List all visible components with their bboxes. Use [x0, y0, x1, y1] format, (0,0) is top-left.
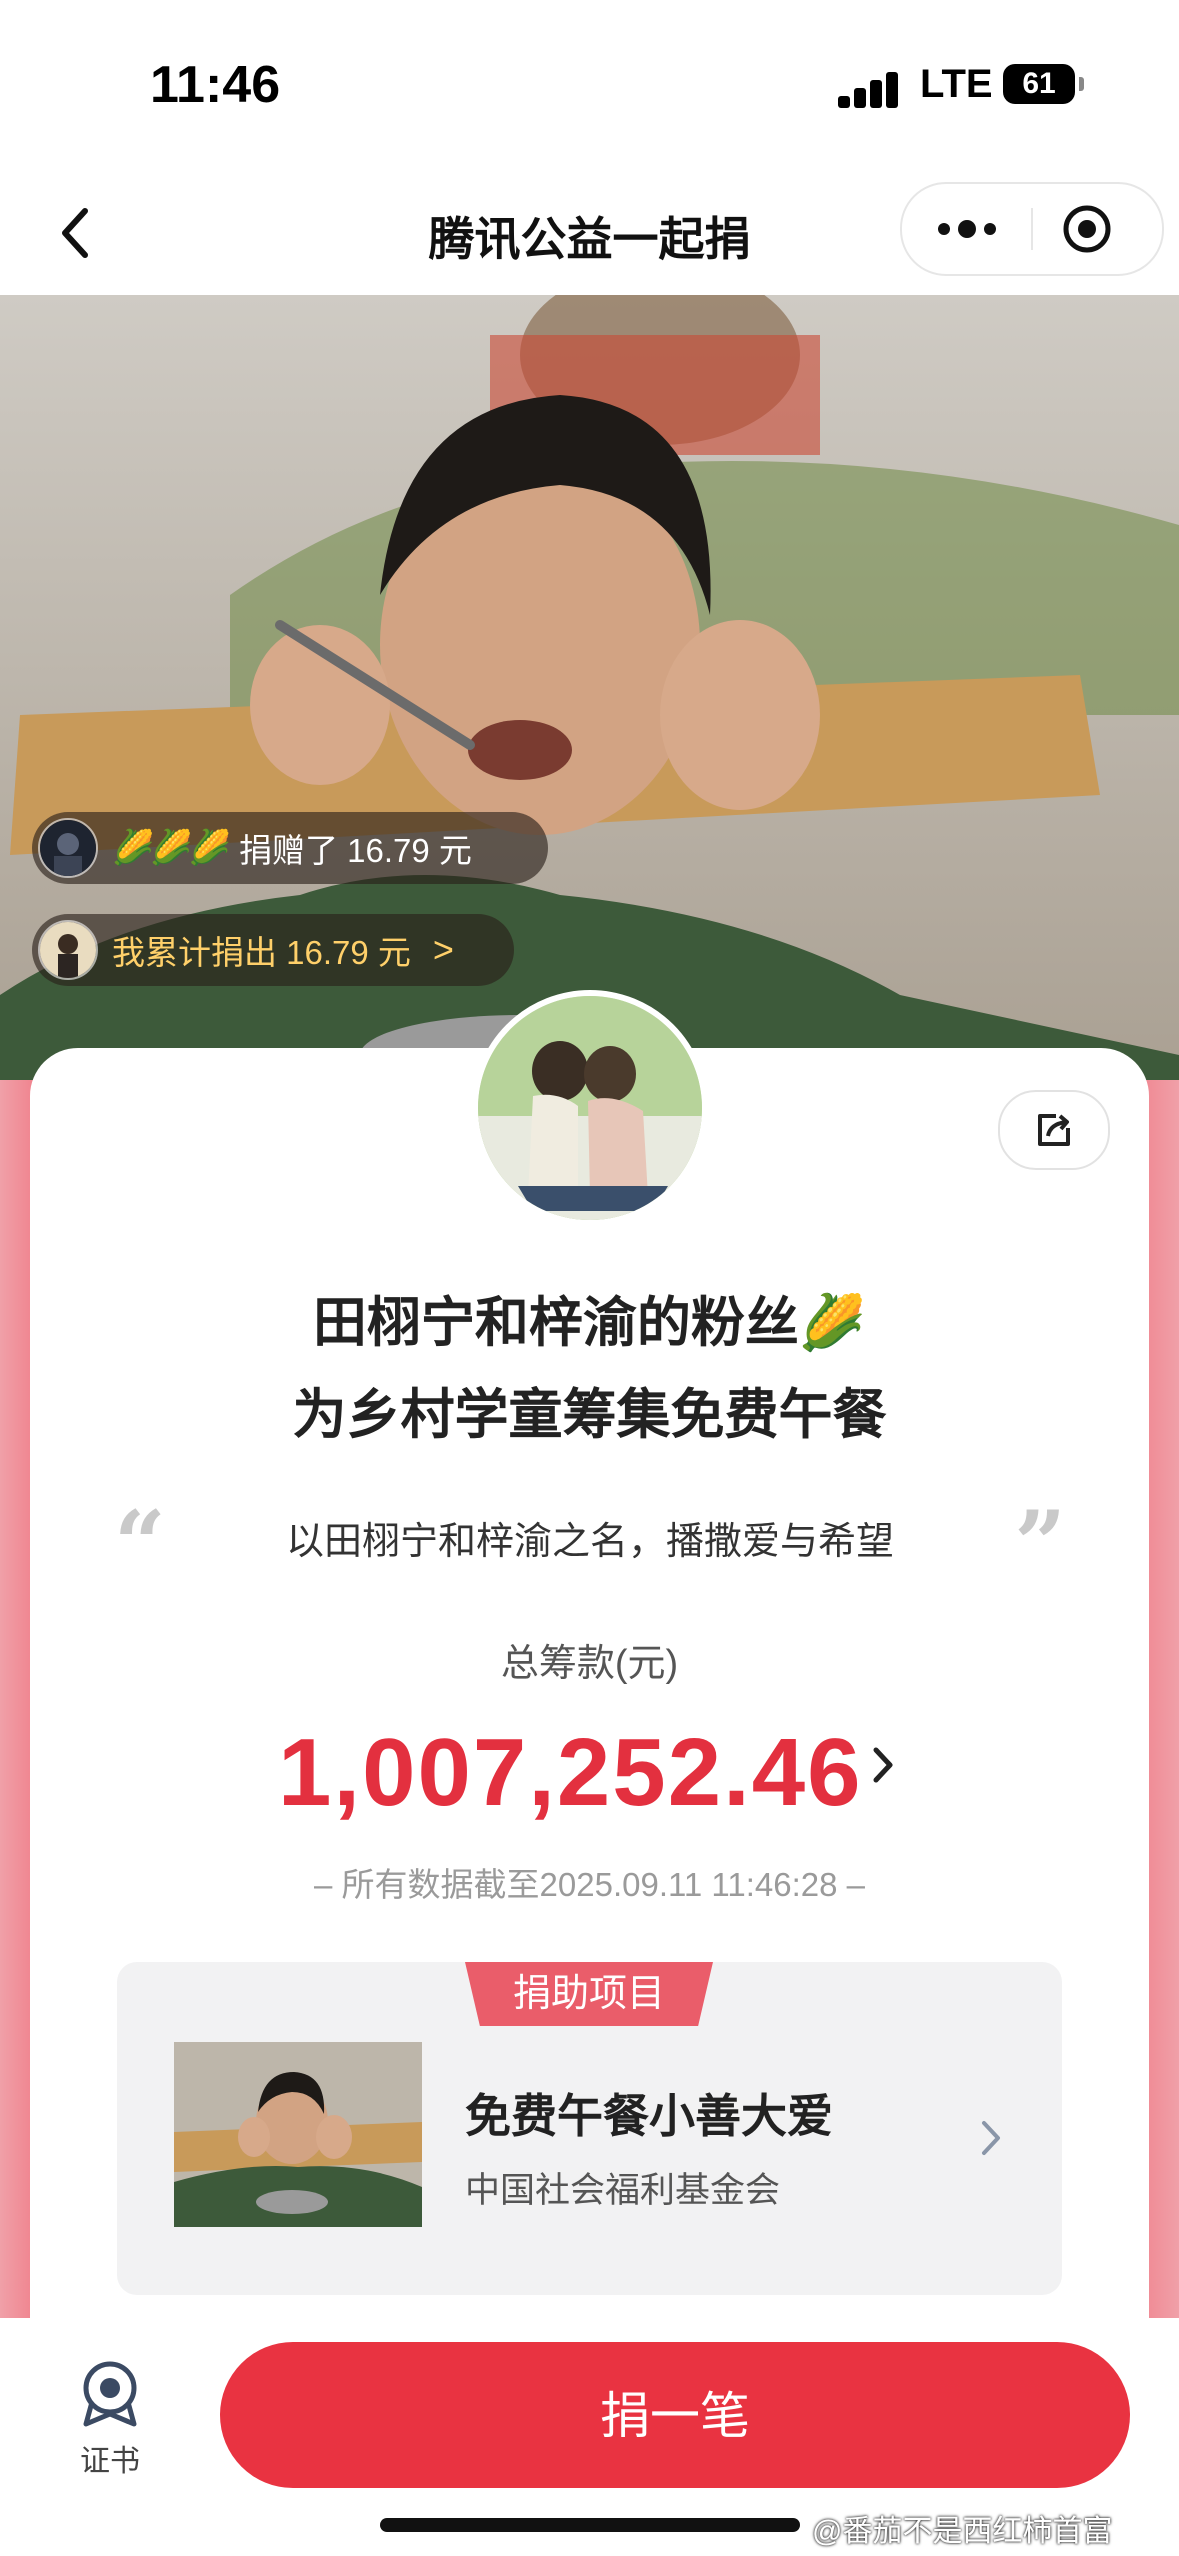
- status-time: 11:46: [150, 56, 281, 114]
- chevron-right-icon: >: [432, 929, 454, 970]
- certificate-button[interactable]: 证书: [70, 2358, 150, 2478]
- certificate-label: 证书: [80, 2445, 140, 2478]
- miniprogram-capsule: [900, 182, 1164, 276]
- capsule-divider: [1031, 208, 1033, 250]
- weibo-watermark: @番茄不是西红柿首富: [812, 2515, 1113, 2548]
- donate-button[interactable]: 捐一笔: [220, 2342, 1130, 2488]
- campaign-slogan: “ 以田栩宁和梓渝之名，播撒爱与希望 ”: [110, 1491, 1070, 1597]
- data-timestamp: – 所有数据截至2025.09.11 11:46:28 –: [314, 1866, 865, 1903]
- chevron-right-icon: [979, 2117, 1003, 2159]
- my-total-text: 我累计捐出 16.79 元: [112, 934, 411, 971]
- more-dots-icon: [938, 220, 996, 238]
- slogan-text: 以田栩宁和梓渝之名，播撒爱与希望: [285, 1521, 894, 1563]
- total-raised-amount[interactable]: 1,007,252.46: [278, 1718, 863, 1828]
- share-button[interactable]: [998, 1090, 1110, 1170]
- corn-emoji: 🌽🌽🌽: [112, 829, 231, 867]
- campaign-title-line2: 为乡村学童筹集免费午餐: [292, 1385, 887, 1445]
- status-bar: 11:46 LTE 61: [0, 0, 1179, 170]
- battery-icon: 61: [1003, 64, 1084, 104]
- campaign-avatar: [472, 990, 708, 1226]
- project-name: 免费午餐小善大爱: [465, 2090, 833, 2142]
- my-total-donated-link[interactable]: 我累计捐出 16.79 元 >: [32, 914, 514, 986]
- donation-ticker: 🌽🌽🌽 捐赠了 16.79 元: [32, 812, 548, 884]
- more-button[interactable]: [932, 207, 1002, 251]
- target-icon: [1063, 205, 1111, 253]
- project-organization: 中国社会福利基金会: [465, 2171, 781, 2210]
- close-quote-icon: ”: [1014, 1491, 1066, 1597]
- signal-icon: [838, 72, 900, 108]
- nav-bar: 腾讯公益一起捐: [0, 170, 1179, 295]
- network-type: LTE: [920, 62, 993, 106]
- project-card[interactable]: 捐助项目 免费午餐小善大爱 中国社会福利基金会: [117, 1962, 1062, 2295]
- project-thumbnail: [174, 2042, 422, 2227]
- home-indicator[interactable]: [380, 2518, 800, 2532]
- total-details-button[interactable]: [868, 1740, 898, 1790]
- chevron-right-icon: [873, 1747, 893, 1783]
- project-tag: 捐助项目: [465, 1962, 713, 2026]
- donation-ticker-text: 捐赠了 16.79 元: [239, 832, 472, 869]
- certificate-icon: [83, 2361, 137, 2427]
- user-avatar: [38, 920, 98, 980]
- total-raised-label: 总筹款(元): [500, 1643, 679, 1685]
- donor-avatar: [38, 818, 98, 878]
- campaign-title-line1: 田栩宁和梓渝的粉丝🌽: [312, 1293, 867, 1353]
- close-miniprogram-button[interactable]: [1062, 204, 1112, 254]
- share-icon: [1038, 1114, 1070, 1146]
